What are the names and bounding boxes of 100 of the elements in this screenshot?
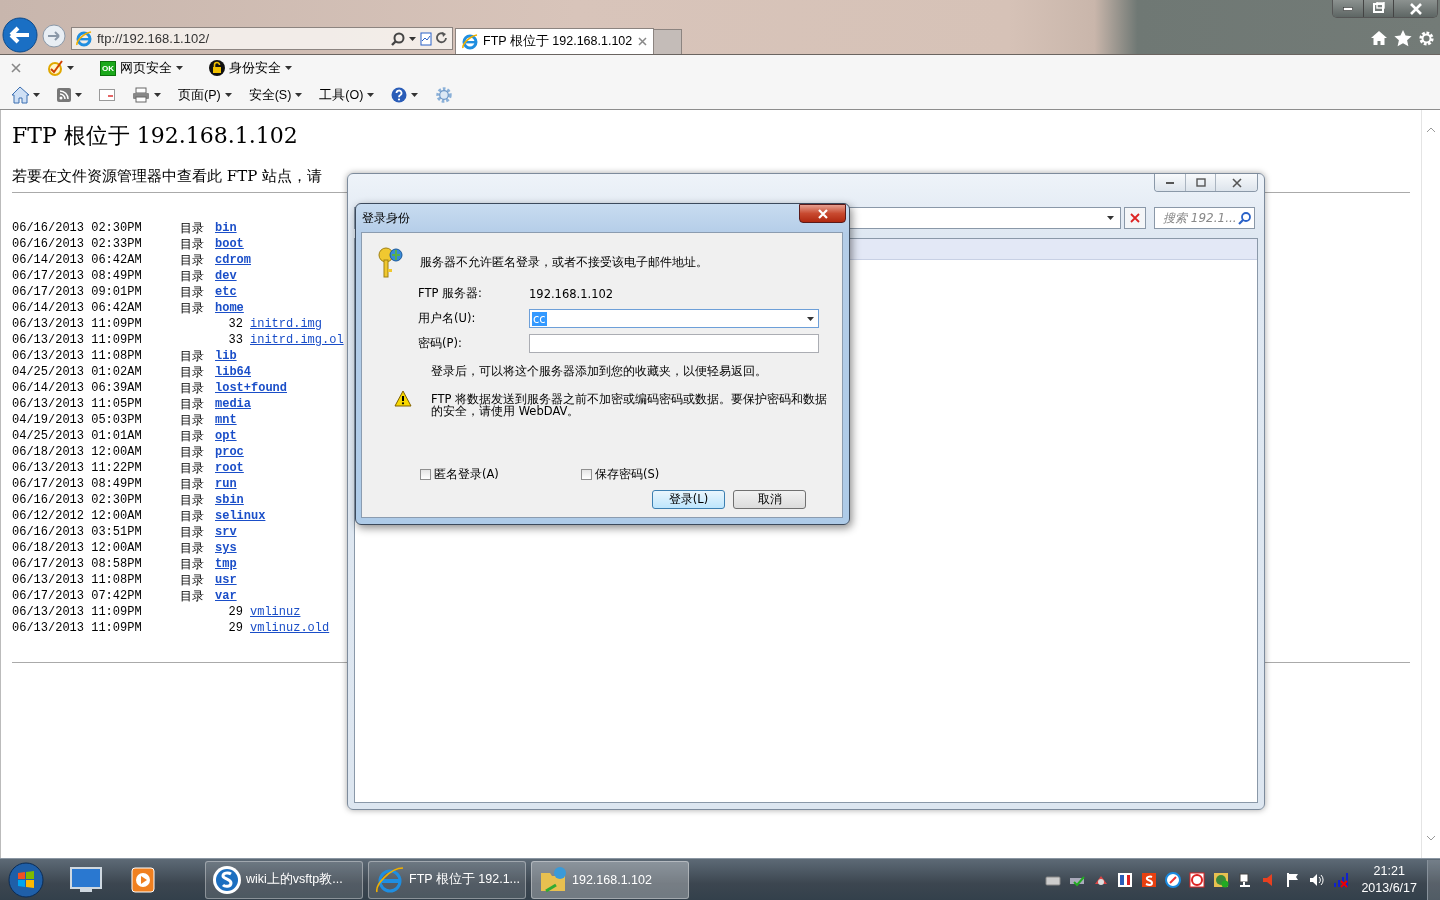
date-text: 06/13/2013 11:22PM: [12, 461, 143, 475]
caret-icon: [224, 93, 232, 97]
date-text: 06/13/2013 11:08PM: [12, 573, 143, 587]
warning-text: FTP 将数据发送到服务器之前不加密或编码密码或数据。要保护密码和数据的安全，请使用 WebDAV。: [431, 393, 828, 417]
close-icon: [1229, 176, 1244, 189]
address-field[interactable]: ftp://192.168.1.102/: [71, 27, 453, 50]
hint-text: 若要在文件资源管理器中查看此 FTP 站点，请: [12, 167, 323, 186]
folder-link[interactable]: bin: [215, 221, 237, 235]
search-icon[interactable]: [391, 31, 405, 46]
app-icon[interactable]: [1189, 871, 1206, 888]
type-text: 目录: [180, 460, 205, 477]
date-text: 06/13/2013 11:05PM: [12, 397, 143, 411]
minimize-button[interactable]: [1333, 0, 1363, 17]
star-icon[interactable]: [1394, 29, 1412, 47]
date-text: 06/18/2013 12:00AM: [12, 445, 143, 459]
home-icon[interactable]: [1370, 30, 1388, 46]
close-button[interactable]: [1215, 174, 1257, 191]
settings-icon: [435, 86, 454, 104]
lock-icon: [209, 60, 225, 76]
type-text: 目录: [180, 396, 205, 413]
checkbox[interactable]: [420, 469, 431, 480]
maximize-button[interactable]: [1363, 0, 1393, 17]
folder-link[interactable]: opt: [215, 429, 237, 443]
file-link[interactable]: initrd.img: [250, 317, 322, 331]
type-text: 目录: [180, 348, 205, 365]
browser-icon: [375, 864, 405, 895]
folder-link[interactable]: proc: [215, 445, 244, 459]
caret-icon: [409, 36, 416, 41]
start-button[interactable]: [8, 861, 44, 898]
folder-link[interactable]: run: [215, 477, 237, 491]
type-text: 目录: [180, 524, 205, 541]
menu-button[interactable]: 安全(S): [245, 84, 306, 106]
folder-link[interactable]: selinux: [215, 509, 266, 523]
folder-link[interactable]: lost+found: [215, 381, 287, 395]
compatibility-icon[interactable]: [420, 31, 432, 46]
taskbar-button[interactable]: FTP 根位于 192.1...: [368, 860, 526, 899]
app-icon[interactable]: [1117, 871, 1134, 888]
windows-logo-icon: [8, 861, 44, 898]
search-icon: [1238, 211, 1251, 225]
folder-link[interactable]: srv: [215, 525, 237, 539]
type-text: 目录: [180, 364, 205, 381]
media-player-icon[interactable]: [129, 865, 157, 894]
checkbox-label: 匿名登录(A): [434, 467, 499, 482]
folder-link[interactable]: tmp: [215, 557, 237, 571]
folder-link[interactable]: usr: [215, 573, 237, 587]
close-button[interactable]: [799, 204, 846, 223]
close-button[interactable]: [1393, 0, 1437, 17]
folder-link[interactable]: dev: [215, 269, 237, 283]
folder-link[interactable]: root: [215, 461, 244, 475]
folder-link[interactable]: mnt: [215, 413, 237, 427]
type-text: 目录: [180, 540, 205, 557]
back-button[interactable]: [2, 17, 38, 53]
monitor-icon[interactable]: [70, 866, 102, 893]
type-text: 目录: [180, 508, 205, 525]
app-icon[interactable]: [1141, 871, 1158, 888]
settings-icon[interactable]: [1418, 29, 1435, 47]
taskbar-button[interactable]: wiki上的vsftp教...: [205, 860, 363, 899]
minimize-icon: [1343, 6, 1353, 11]
menu-button[interactable]: 页面(P): [175, 84, 235, 106]
clock[interactable]: 21:21 2013/6/17: [1361, 862, 1417, 897]
search-field[interactable]: 搜索 192.1...: [1154, 207, 1255, 229]
close-icon: [638, 37, 647, 46]
folder-link[interactable]: cdrom: [215, 253, 251, 267]
folder-link[interactable]: boot: [215, 237, 244, 251]
menu-button[interactable]: 工具(O): [316, 84, 378, 106]
file-link[interactable]: vmlinuz: [250, 605, 301, 619]
cancel-button[interactable]: 取消: [733, 490, 806, 509]
file-link[interactable]: initrd.img.ol: [250, 333, 344, 347]
caret-icon: [75, 93, 82, 97]
tab[interactable]: FTP 根位于 192.168.1.102: [455, 28, 654, 54]
chevron-down-icon[interactable]: [1426, 835, 1436, 841]
security-button[interactable]: OK 网页安全: [97, 57, 186, 79]
password-field[interactable]: [529, 334, 819, 353]
folder-link[interactable]: home: [215, 301, 244, 315]
date-text: 06/13/2013 11:09PM: [12, 605, 143, 619]
folder-link[interactable]: sbin: [215, 493, 244, 507]
date-text: 06/16/2013 02:30PM: [12, 221, 143, 235]
folder-link[interactable]: var: [215, 589, 237, 603]
folder-link[interactable]: sys: [215, 541, 237, 555]
chevron-up-icon[interactable]: [1426, 127, 1436, 133]
lock-button[interactable]: 身份安全: [206, 57, 295, 79]
type-text: 目录: [180, 556, 205, 573]
taskbar-button[interactable]: 192.168.1.102: [531, 860, 689, 899]
date-text: 06/16/2013 03:51PM: [12, 525, 143, 539]
folder-link[interactable]: lib: [215, 349, 237, 363]
checkbox[interactable]: [581, 469, 592, 480]
date-text: 06/14/2013 06:39AM: [12, 381, 143, 395]
checkmark-icon: [47, 60, 63, 76]
stop-button[interactable]: [1124, 207, 1146, 229]
browser-icon: [462, 33, 478, 50]
caret-icon: [285, 66, 292, 70]
maximize-icon: [1193, 176, 1208, 189]
compass-icon[interactable]: [1165, 871, 1182, 888]
minimize-button[interactable]: [1155, 174, 1185, 191]
folder-link[interactable]: media: [215, 397, 251, 411]
folder-link[interactable]: lib64: [215, 365, 251, 379]
refresh-icon[interactable]: [436, 32, 448, 45]
login-button[interactable]: 登录(L): [652, 490, 725, 509]
file-link[interactable]: vmlinuz.old: [250, 621, 330, 635]
folder-link[interactable]: etc: [215, 285, 237, 299]
